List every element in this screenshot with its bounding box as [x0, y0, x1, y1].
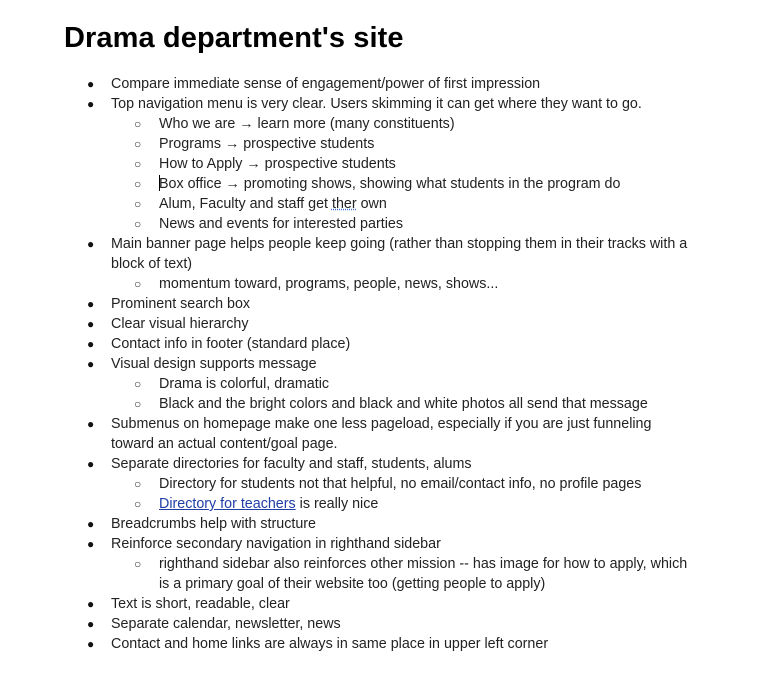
bullet-hollow-icon: ○	[134, 137, 142, 151]
sub-list-item: ○ Who we are → learn more (many constitue…	[0, 114, 693, 134]
bullet-filled-icon: ●	[87, 597, 95, 611]
bullet-filled-icon: ●	[87, 237, 95, 251]
sub-list-item: ○ righthand sidebar also reinforces other…	[0, 554, 693, 594]
list-item-text: How to Apply → prospective students	[159, 156, 396, 172]
bullet-filled-icon: ●	[87, 517, 95, 531]
list-item: ● Clear visual hierarchy	[0, 314, 693, 334]
list-item-text: Separate calendar, newsletter, news	[111, 616, 341, 632]
list-item: ● Submenus on homepage make one less page…	[0, 414, 693, 454]
list-item: ● Text is short, readable, clear	[0, 594, 693, 614]
list-item-text: Contact info in footer (standard place)	[111, 336, 351, 352]
list-item-text: Clear visual hierarchy	[111, 316, 249, 332]
list-item-text: Main banner page helps people keep going…	[111, 236, 688, 272]
sub-list-item: ○ Directory for students not that helpful…	[0, 474, 693, 494]
bullet-hollow-icon: ○	[134, 477, 142, 491]
list-item: ● Contact and home links are always in sa…	[0, 634, 693, 654]
list-item-text: Breadcrumbs help with structure	[111, 516, 317, 532]
bullet-filled-icon: ●	[87, 537, 95, 551]
sub-list-item: ○ Box office → promoting shows, showing w…	[0, 174, 693, 194]
bullet-hollow-icon: ○	[134, 397, 142, 411]
list-item-text: Separate directories for faculty and sta…	[111, 456, 472, 472]
list-item-text: Reinforce secondary navigation in righth…	[111, 536, 441, 552]
sub-list-item: ○ How to Apply → prospective students	[0, 154, 693, 174]
list-item-text: News and events for interested parties	[159, 216, 403, 232]
list-item-text: Black and the bright colors and black an…	[159, 396, 648, 412]
list-item-text: Visual design supports message	[111, 356, 317, 372]
bullet-hollow-icon: ○	[134, 217, 142, 231]
list-item-text: Who we are → learn more (many constituen…	[159, 116, 455, 132]
list-item-text: Compare immediate sense of engagement/po…	[111, 76, 541, 92]
list-item-text: momentum toward, programs, people, news,…	[159, 276, 499, 292]
bullet-hollow-icon: ○	[134, 377, 142, 391]
list-item: ● Reinforce secondary navigation in right…	[0, 534, 693, 554]
list-item: ● Breadcrumbs help with structure	[0, 514, 693, 534]
bullet-hollow-icon: ○	[134, 157, 142, 171]
bullet-filled-icon: ●	[87, 337, 95, 351]
list-item-text: Programs → prospective students	[159, 136, 375, 152]
bullet-filled-icon: ●	[87, 97, 95, 111]
bullet-filled-icon: ●	[87, 637, 95, 651]
sub-list-item: ○ News and events for interested parties	[0, 214, 693, 234]
list-item-text: Prominent search box	[111, 296, 251, 312]
bullet-hollow-icon: ○	[134, 177, 142, 191]
notes-list: ● Compare immediate sense of engagement/p…	[0, 74, 758, 654]
document-page[interactable]: Drama department's site ● Compare immedia…	[0, 0, 758, 677]
list-item: ● Prominent search box	[0, 294, 693, 314]
bullet-filled-icon: ●	[87, 617, 95, 631]
list-item: ● Contact info in footer (standard place)	[0, 334, 693, 354]
list-item-text-after: is really nice	[295, 496, 379, 512]
list-item-text: Submenus on homepage make one less pagel…	[111, 416, 652, 452]
list-item-text: Directory for students not that helpful,…	[159, 476, 642, 492]
bullet-hollow-icon: ○	[134, 197, 142, 211]
list-item: ● Separate directories for faculty and st…	[0, 454, 693, 474]
page-title: Drama department's site	[64, 22, 404, 54]
list-item-text: Box office → promoting shows, showing wh…	[159, 176, 621, 192]
sub-list-item: ○ momentum toward, programs, people, news…	[0, 274, 693, 294]
list-item-text-before: Alum, Faculty and staff get	[159, 196, 332, 212]
list-item: ● Visual design supports message	[0, 354, 693, 374]
sub-list-item: ○ Drama is colorful, dramatic	[0, 374, 693, 394]
spellcheck-flagged-word[interactable]: ther	[332, 196, 357, 212]
bullet-filled-icon: ●	[87, 317, 95, 331]
list-item-text: righthand sidebar also reinforces other …	[159, 556, 688, 592]
sub-list-item: ○ Alum, Faculty and staff get ther own	[0, 194, 693, 214]
sub-list-item: ○ Directory for teachers is really nice	[0, 494, 693, 514]
list-item: ● Main banner page helps people keep goin…	[0, 234, 693, 274]
bullet-filled-icon: ●	[87, 297, 95, 311]
bullet-hollow-icon: ○	[134, 557, 142, 571]
bullet-filled-icon: ●	[87, 357, 95, 371]
list-item: ● Compare immediate sense of engagement/p…	[0, 74, 693, 94]
list-item-text: Text is short, readable, clear	[111, 596, 290, 612]
list-item: ● Top navigation menu is very clear. User…	[0, 94, 693, 114]
sub-list-item: ○ Programs → prospective students	[0, 134, 693, 154]
bullet-hollow-icon: ○	[134, 497, 142, 511]
bullet-filled-icon: ●	[87, 457, 95, 471]
list-item-text: Drama is colorful, dramatic	[159, 376, 330, 392]
directory-for-teachers-link[interactable]: Directory for teachers	[159, 496, 296, 512]
list-item-text-after: own	[356, 196, 387, 212]
bullet-hollow-icon: ○	[134, 277, 142, 291]
list-item-text: Top navigation menu is very clear. Users…	[111, 96, 642, 112]
bullet-filled-icon: ●	[87, 77, 95, 91]
bullet-filled-icon: ●	[87, 417, 95, 431]
list-item-text: Contact and home links are always in sam…	[111, 636, 549, 652]
sub-list-item: ○ Black and the bright colors and black a…	[0, 394, 693, 414]
list-item: ● Separate calendar, newsletter, news	[0, 614, 693, 634]
bullet-hollow-icon: ○	[134, 117, 142, 131]
